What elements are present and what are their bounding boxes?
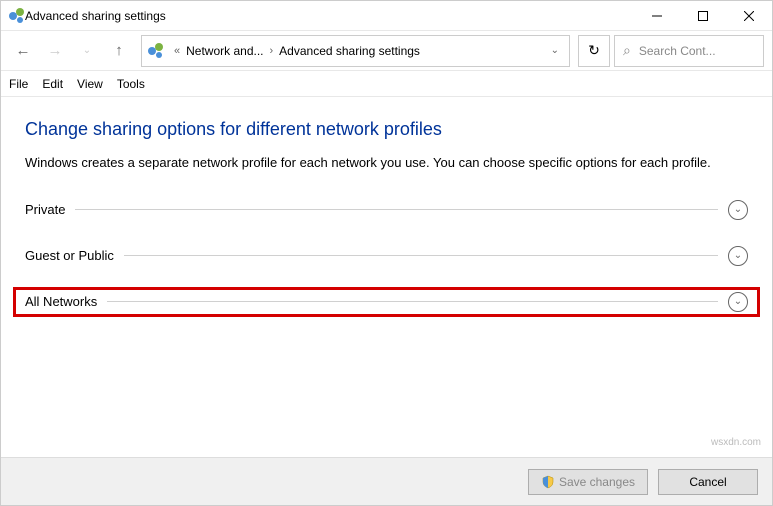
breadcrumb-part-0[interactable]: Network and... <box>186 44 263 58</box>
save-changes-button[interactable]: Save changes <box>528 469 648 495</box>
close-button[interactable] <box>726 1 772 30</box>
control-panel-icon <box>9 8 25 24</box>
up-button[interactable]: ↑ <box>105 37 133 65</box>
save-changes-label: Save changes <box>559 475 635 489</box>
search-icon: ⌕ <box>623 42 631 59</box>
maximize-button[interactable] <box>680 1 726 30</box>
section-label: Private <box>25 202 65 217</box>
minimize-button[interactable] <box>634 1 680 30</box>
chevron-right-icon[interactable]: › <box>270 45 274 57</box>
section-label: All Networks <box>25 294 97 309</box>
section-label: Guest or Public <box>25 248 114 263</box>
breadcrumb-part-1[interactable]: Advanced sharing settings <box>279 44 420 58</box>
titlebar: Advanced sharing settings <box>1 1 772 31</box>
divider-line <box>124 255 718 256</box>
chevron-right-icon[interactable]: « <box>174 45 180 57</box>
chevron-down-icon[interactable]: ⌄ <box>728 200 748 220</box>
window-controls <box>634 1 772 30</box>
recent-dropdown-icon[interactable]: ⌄ <box>73 37 101 65</box>
shield-icon <box>541 475 555 489</box>
menu-view[interactable]: View <box>77 77 103 91</box>
divider-line <box>75 209 718 210</box>
refresh-button[interactable]: ↻ <box>578 35 610 67</box>
footer: Save changes Cancel <box>1 457 772 505</box>
address-dropdown-icon[interactable]: ⌄ <box>547 45 563 56</box>
page-heading: Change sharing options for different net… <box>25 119 748 140</box>
content-area: Change sharing options for different net… <box>1 97 772 457</box>
address-icon <box>148 43 164 59</box>
section-private[interactable]: Private ⌄ <box>25 195 748 225</box>
section-guest-public[interactable]: Guest or Public ⌄ <box>25 241 748 271</box>
navbar: ← → ⌄ ↑ « Network and... › Advanced shar… <box>1 31 772 71</box>
menu-edit[interactable]: Edit <box>42 77 63 91</box>
menubar: File Edit View Tools <box>1 71 772 97</box>
cancel-label: Cancel <box>689 475 726 489</box>
chevron-down-icon[interactable]: ⌄ <box>728 246 748 266</box>
forward-button[interactable]: → <box>41 37 69 65</box>
watermark: wsxdn.com <box>711 437 761 448</box>
back-button[interactable]: ← <box>9 37 37 65</box>
search-placeholder: Search Cont... <box>639 44 755 58</box>
address-bar[interactable]: « Network and... › Advanced sharing sett… <box>141 35 570 67</box>
cancel-button[interactable]: Cancel <box>658 469 758 495</box>
menu-tools[interactable]: Tools <box>117 77 145 91</box>
divider-line <box>107 301 718 302</box>
window-title: Advanced sharing settings <box>25 9 634 23</box>
search-input[interactable]: ⌕ Search Cont... <box>614 35 764 67</box>
section-all-networks[interactable]: All Networks ⌄ <box>13 287 760 317</box>
page-description: Windows creates a separate network profi… <box>25 154 748 173</box>
chevron-down-icon[interactable]: ⌄ <box>728 292 748 312</box>
menu-file[interactable]: File <box>9 77 28 91</box>
